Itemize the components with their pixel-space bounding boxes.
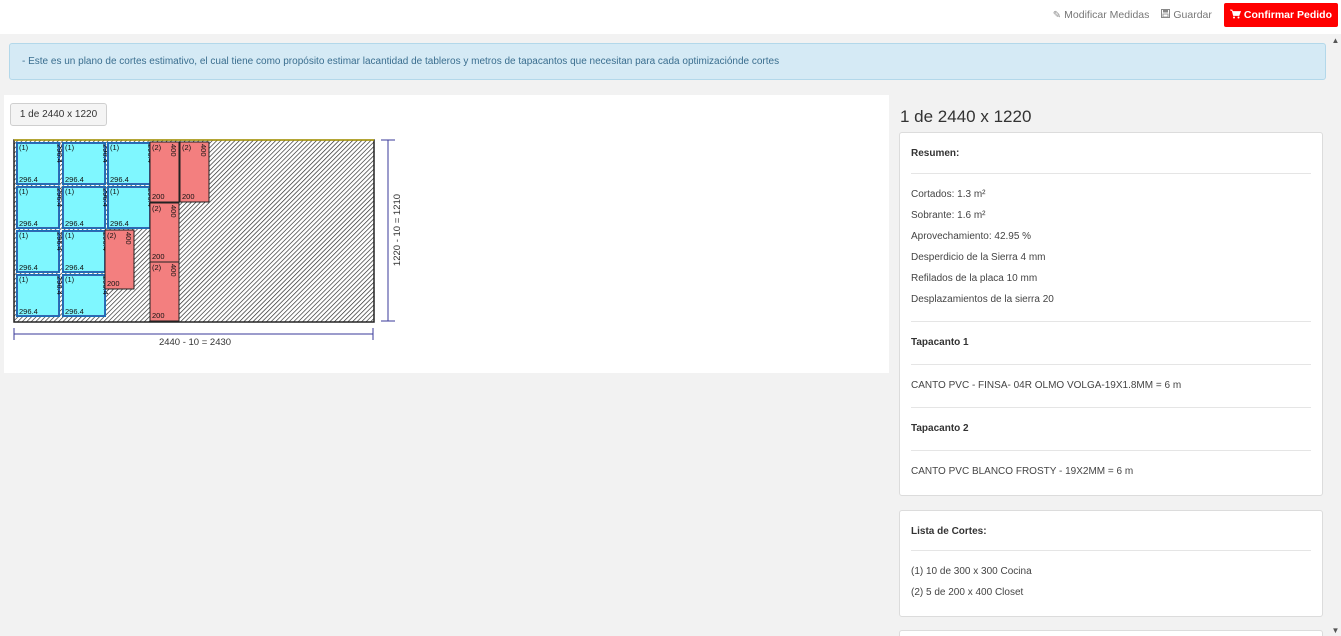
- info-alert-text: - Este es un plano de cortes estimativo,…: [22, 56, 780, 67]
- piece-width-label: 200: [152, 252, 165, 261]
- piece-tag: (2): [107, 231, 117, 240]
- tapacanto1-value: CANTO PVC - FINSA- 04R OLMO VOLGA-19X1.8…: [911, 380, 1182, 391]
- sheet-selector-button[interactable]: 1 de 2440 x 1220: [10, 103, 107, 126]
- scroll-down-arrow-icon[interactable]: ▼: [1331, 626, 1340, 635]
- piece-type1: (1)296.4296.4: [62, 186, 110, 229]
- tapacanto2-title: Tapacanto 2: [911, 423, 969, 434]
- piece-tag: (2): [152, 263, 162, 272]
- piece-tag: (1): [110, 187, 120, 196]
- save-button[interactable]: Guardar: [1161, 9, 1212, 21]
- cutting-plan-panel: (1)296.4296.4(1)296.4296.4(1)296.4296.4(…: [4, 95, 889, 373]
- shopping-cart-icon: [1229, 9, 1241, 22]
- piece-tag: (1): [65, 231, 75, 240]
- divider: [911, 321, 1311, 322]
- piece-tag: (1): [19, 231, 29, 240]
- piece-type1: (1)296.4296.4: [16, 274, 64, 317]
- piece-tag: (2): [182, 143, 192, 152]
- piece-width-label: 296.4: [19, 175, 38, 184]
- piece-type1: (1)296.4296.4: [62, 274, 110, 317]
- cut-list-card: Lista de Cortes: (1) 10 de 300 x 300 Coc…: [899, 510, 1323, 617]
- modify-measures-label: Modificar Medidas: [1064, 9, 1150, 21]
- piece-tag: (1): [19, 275, 29, 284]
- confirm-order-button[interactable]: Confirmar Pedido: [1223, 3, 1338, 27]
- confirm-order-label: Confirmar Pedido: [1243, 9, 1332, 21]
- piece-tag: (1): [65, 143, 75, 152]
- piece-height-label: 400: [169, 144, 178, 157]
- piece-width-label: 200: [182, 192, 195, 201]
- scroll-up-arrow-icon[interactable]: ▲: [1331, 36, 1340, 45]
- summary-card: Resumen: Cortados: 1.3 m² Sobrante: 1.6 …: [899, 132, 1323, 496]
- next-card: [899, 630, 1323, 636]
- divider: [911, 450, 1311, 451]
- piece-type2: (2) 200 400: [104, 229, 135, 290]
- piece-type1: (1)296.4296.4: [107, 186, 155, 229]
- piece-tag: (1): [110, 143, 120, 152]
- tapacanto2-value: CANTO PVC BLANCO FROSTY - 19X2MM = 6 m: [911, 466, 1134, 477]
- sobrante-text: Sobrante: 1.6 m²: [911, 210, 986, 221]
- piece-tag: (1): [65, 187, 75, 196]
- width-dimension-label: 2440 - 10 = 2430: [159, 337, 231, 348]
- top-actions: ✎ Modificar Medidas Guardar Confirmar Pe…: [1053, 3, 1338, 27]
- piece-height-label: 400: [199, 144, 208, 157]
- piece-tag: (2): [152, 143, 162, 152]
- aprovechamiento-text: Aprovechamiento: 42.95 %: [911, 231, 1032, 242]
- piece-type1: (1)296.4296.4: [16, 230, 64, 273]
- piece-width-label: 200: [152, 192, 165, 201]
- piece-type1: (1)296.4296.4: [16, 186, 64, 229]
- piece-type1: (1)296.4296.4: [62, 230, 110, 273]
- piece-type2: (2) 200 400: [149, 261, 180, 322]
- piece-width-label: 296.4: [65, 263, 84, 272]
- height-dimension-label: 1220 - 10 = 1210: [392, 194, 403, 266]
- piece-width-label: 296.4: [19, 219, 38, 228]
- desperdicio-text: Desperdicio de la Sierra 4 mm: [911, 252, 1046, 263]
- piece-tag: (1): [65, 275, 75, 284]
- piece-tag: (1): [19, 187, 29, 196]
- divider: [911, 550, 1311, 551]
- edit-icon: ✎: [1052, 9, 1062, 21]
- divider: [911, 173, 1311, 174]
- desplazamientos-text: Desplazamientos de la sierra 20: [911, 294, 1054, 305]
- piece-width-label: 200: [107, 279, 120, 288]
- cut-list-item: (1) 10 de 300 x 300 Cocina: [911, 566, 1032, 577]
- floppy-disk-icon: [1161, 9, 1171, 21]
- piece-type1: (1)296.4296.4: [16, 142, 64, 185]
- piece-tag: (2): [152, 204, 162, 213]
- divider: [911, 407, 1311, 408]
- tapacanto1-title: Tapacanto 1: [911, 337, 969, 348]
- piece-type2: (2) 200 400: [149, 141, 180, 203]
- piece-width-label: 296.4: [19, 263, 38, 272]
- piece-tag: (1): [19, 143, 29, 152]
- piece-width-label: 296.4: [65, 175, 84, 184]
- cortados-text: Cortados: 1.3 m²: [911, 189, 986, 200]
- save-label: Guardar: [1173, 9, 1212, 21]
- piece-type2: (2) 200 400: [149, 202, 180, 263]
- piece-type1: (1)296.4296.4: [62, 142, 110, 185]
- cut-list-title: Lista de Cortes:: [911, 526, 987, 537]
- piece-height-label: 400: [124, 232, 133, 245]
- piece-width-label: 200: [152, 311, 165, 320]
- summary-title: Resumen:: [911, 148, 960, 159]
- piece-type1: (1)296.4296.4: [107, 142, 155, 185]
- piece-width-label: 296.4: [110, 175, 129, 184]
- piece-height-label: 400: [169, 205, 178, 218]
- cutting-plan-diagram: (1)296.4296.4(1)296.4296.4(1)296.4296.4(…: [13, 139, 403, 348]
- piece-width-label: 296.4: [65, 307, 84, 316]
- refilados-text: Refilados de la placa 10 mm: [911, 273, 1038, 284]
- divider: [911, 364, 1311, 365]
- piece-height-label: 400: [169, 264, 178, 277]
- piece-width-label: 296.4: [110, 219, 129, 228]
- top-bar: ✎ Modificar Medidas Guardar Confirmar Pe…: [0, 0, 1341, 34]
- info-alert: - Este es un plano de cortes estimativo,…: [9, 43, 1326, 80]
- piece-type2: (2) 200 400: [179, 141, 210, 203]
- piece-width-label: 296.4: [65, 219, 84, 228]
- cut-list-item: (2) 5 de 200 x 400 Closet: [911, 587, 1024, 598]
- piece-width-label: 296.4: [19, 307, 38, 316]
- modify-measures-button[interactable]: ✎ Modificar Medidas: [1053, 9, 1150, 21]
- sheet-title: 1 de 2440 x 1220: [900, 107, 1032, 126]
